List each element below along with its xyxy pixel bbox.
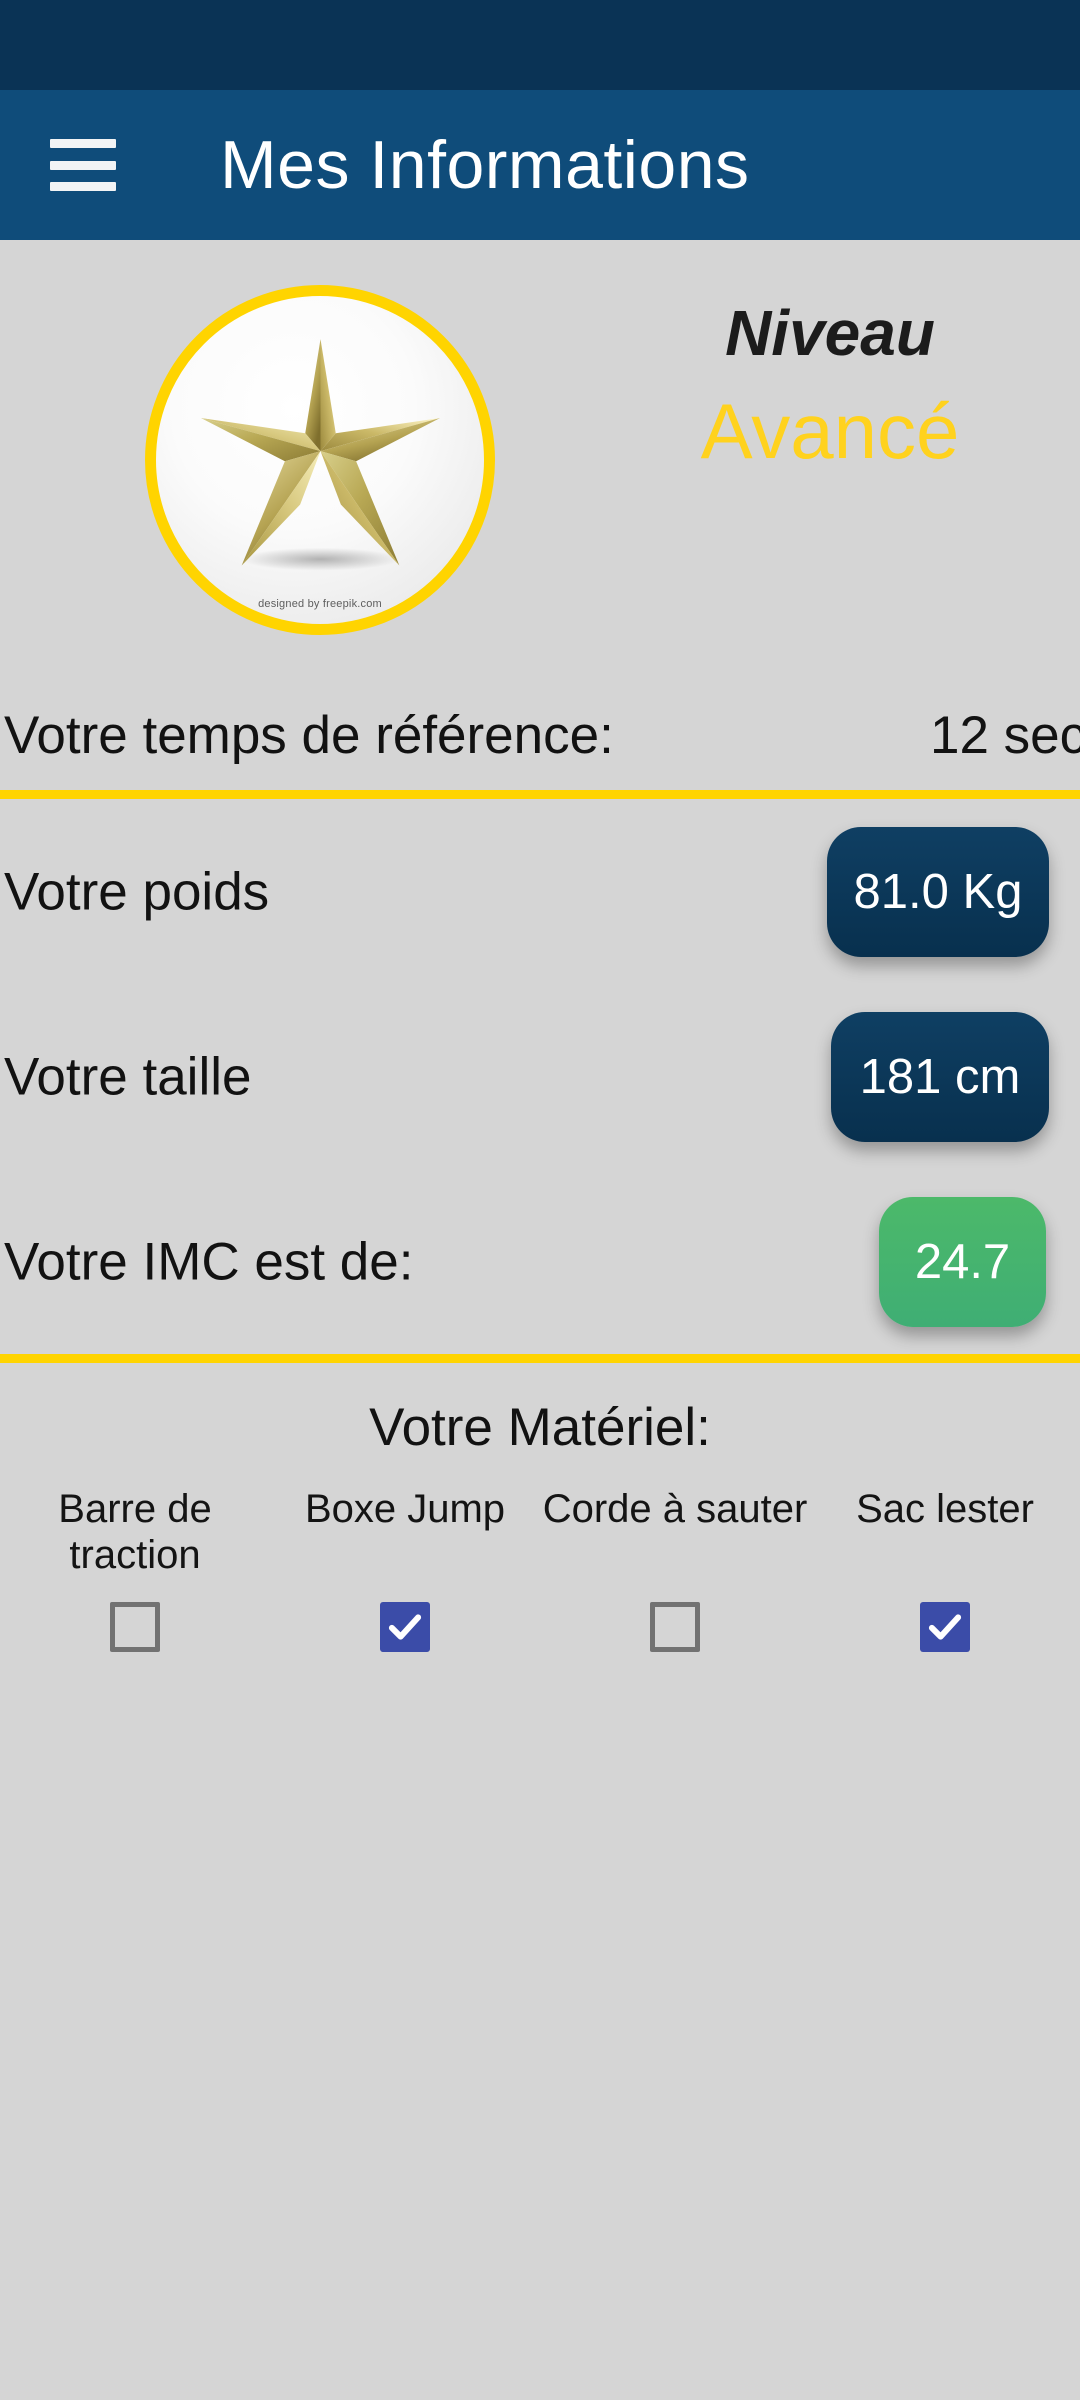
app-bar: Mes Informations [0, 90, 1080, 240]
reference-time-row: Votre temps de référence: 12 sec [0, 680, 1080, 790]
hamburger-menu-icon[interactable] [50, 139, 116, 191]
divider-bottom [0, 1354, 1080, 1363]
imc-value-badge[interactable]: 24.7 [879, 1196, 1046, 1327]
check-icon [928, 1614, 962, 1640]
level-section: designed by freepik.com Niveau Avancé [0, 240, 1080, 680]
imc-row: Votre IMC est de: 24.7 [0, 1169, 1080, 1354]
hamburger-bar-3 [50, 182, 116, 191]
badge-credit-text: designed by freepik.com [156, 598, 484, 610]
equipment-checkbox[interactable] [110, 1602, 160, 1652]
hamburger-bar-1 [50, 139, 116, 148]
imc-label: Votre IMC est de: [4, 1232, 414, 1291]
height-row: Votre taille 181 cm [0, 984, 1080, 1169]
divider-top [0, 790, 1080, 799]
weight-label: Votre poids [4, 862, 270, 921]
equipment-checkbox[interactable] [650, 1602, 700, 1652]
equipment-label: Sac lester [856, 1487, 1034, 1531]
content-area: designed by freepik.com Niveau Avancé Vo… [0, 240, 1080, 2400]
equipment-label: Corde à sauter [542, 1487, 808, 1531]
app-screen: Mes Informations designed by freepik.com… [0, 0, 1080, 2400]
level-value: Avancé [700, 387, 960, 476]
equipment-item-sac-lester: Sac lester [810, 1486, 1080, 1652]
equipment-item-boxe-jump: Boxe Jump [270, 1486, 540, 1652]
reference-time-label: Votre temps de référence: [4, 705, 614, 765]
equipment-item-barre-de-traction: Barre de traction [0, 1486, 270, 1652]
level-label: Niveau [725, 297, 935, 369]
reference-time-value: 12 sec [930, 705, 1080, 765]
gold-star-icon: designed by freepik.com [145, 285, 495, 635]
equipment-label: Barre de traction [58, 1487, 212, 1578]
status-bar [0, 0, 1080, 90]
level-badge: designed by freepik.com [145, 285, 495, 635]
equipment-checkbox[interactable] [380, 1602, 430, 1652]
hamburger-bar-2 [50, 160, 116, 170]
equipment-label: Boxe Jump [304, 1487, 506, 1531]
weight-value-badge[interactable]: 81.0 Kg [827, 826, 1049, 957]
page-title: Mes Informations [220, 127, 750, 203]
check-icon [388, 1614, 422, 1640]
height-label: Votre taille [4, 1047, 252, 1106]
height-value-badge[interactable]: 181 cm [831, 1011, 1049, 1142]
level-text-block: Niveau Avancé [620, 297, 1040, 476]
equipment-checkbox[interactable] [920, 1602, 970, 1652]
star-graphic [200, 339, 440, 571]
equipment-grid: Barre de traction Boxe Jump Corde à saut… [0, 1486, 1080, 1652]
equipment-item-corde-a-sauter: Corde à sauter [540, 1486, 810, 1652]
weight-row: Votre poids 81.0 Kg [0, 799, 1080, 984]
material-section-title: Votre Matériel: [369, 1398, 711, 1457]
badge-credit-label: designed by freepik.com [258, 598, 382, 610]
